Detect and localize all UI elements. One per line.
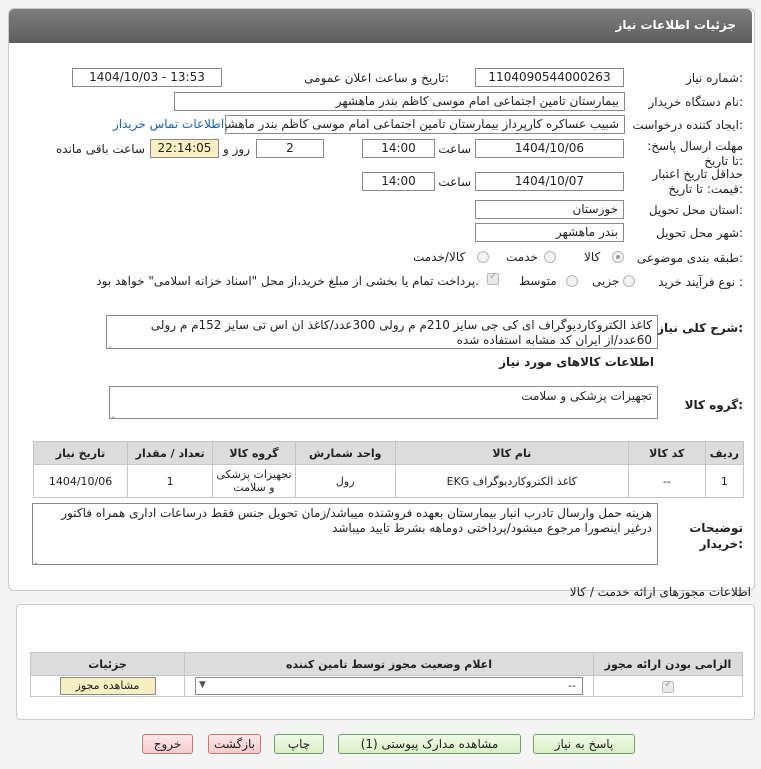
process-note: پرداخت تمام یا بخشی از مبلغ خرید،از محل … — [96, 274, 479, 288]
col-group: گروه کالا — [212, 441, 296, 465]
need-number-label: شماره نیاز: — [685, 71, 743, 85]
resize-grip-icon[interactable] — [112, 409, 120, 417]
creator-field: شبیب عساکره کارپرداز بیمارستان تامین اجت… — [225, 115, 625, 134]
table-row: 1 -- کاغذ الکتروکاردیوگراف EKG رول تجهیز… — [32, 464, 745, 498]
cell-row: 1 — [704, 464, 745, 498]
province-field: خوزستان — [475, 200, 624, 219]
col-code: کد کالا — [627, 441, 706, 465]
reply-button[interactable]: پاسخ به نیاز — [533, 734, 635, 754]
buyer-notes-text: هزینه حمل وارسال تادرب انبار بیمارستان ب… — [61, 506, 652, 535]
col-row: ردیف — [704, 441, 745, 465]
required-checkbox[interactable] — [662, 679, 674, 693]
announce-field: 1404/10/03 - 13:53 — [72, 68, 222, 87]
validity-date-field: 1404/10/07 — [475, 172, 624, 191]
city-label: شهر محل تحویل: — [656, 226, 743, 240]
col-name: نام کالا — [394, 441, 629, 465]
col-status: اعلام وضعیت مجوز توسط تامین کننده — [184, 652, 594, 676]
goods-info-title: اطلاعات کالاهای مورد نیاز — [499, 355, 654, 369]
announce-label: تاریخ و ساعت اعلان عمومی: — [304, 71, 449, 85]
cell-required — [593, 675, 743, 697]
col-date: تاریخ نیاز — [32, 441, 129, 465]
cell-date: 1404/10/06 — [32, 464, 129, 498]
col-unit: واحد شمارش — [294, 441, 396, 465]
summary-label: شرح کلی نیاز: — [657, 321, 743, 335]
col-details: جزئیات — [30, 652, 185, 676]
page-header: جزئیات اطلاعات نیاز — [9, 9, 752, 43]
page-title: جزئیات اطلاعات نیاز — [615, 18, 736, 32]
deadline-label: مهلت ارسال پاسخ: تا تاریخ: — [647, 139, 743, 168]
category-radio-service[interactable] — [544, 251, 556, 263]
cell-name: کاغذ الکتروکاردیوگراف EKG — [394, 464, 629, 498]
col-qty: تعداد / مقدار — [127, 441, 214, 465]
table-row: -- ▼ مشاهده مجوز — [30, 675, 743, 697]
goods-group-label: گروه کالا: — [684, 398, 743, 412]
col-required: الزامی بودن ارائه مجوز — [593, 652, 743, 676]
permits-title: اطلاعات مجوزهای ارائه خدمت / کالا — [569, 585, 751, 599]
days-label: روز و — [223, 142, 250, 156]
permits-table: الزامی بودن ارائه مجوز اعلام وضعیت مجوز … — [30, 652, 743, 697]
contact-buyer-link[interactable]: اطلاعات تماس خریدار — [113, 117, 224, 131]
validity-time-label: ساعت — [438, 175, 471, 189]
days-field: 2 — [256, 139, 324, 158]
remaining-time-field: 22:14:05 — [150, 139, 219, 158]
need-number-field: 1104090544000263 — [475, 68, 624, 87]
process-option-medium: متوسط — [519, 274, 557, 288]
goods-group-textarea: تجهیزات پزشکی و سلامت — [109, 386, 658, 419]
process-option-minor: جزیی — [592, 274, 620, 288]
cell-code: -- — [627, 464, 706, 498]
category-option-service: خدمت — [506, 250, 538, 264]
treasury-checkbox[interactable] — [487, 271, 499, 285]
validity-label: حداقل تاریخ اعتبار قیمت: تا تاریخ: — [652, 167, 743, 196]
category-radio-both[interactable] — [477, 251, 489, 263]
status-select-value: -- — [568, 679, 576, 692]
category-option-goods: کالا — [584, 250, 601, 264]
city-field: بندر ماهشهر — [475, 223, 624, 242]
process-radio-medium[interactable] — [566, 275, 578, 287]
chevron-down-icon: ▼ — [199, 680, 206, 690]
cell-details: مشاهده مجوز — [30, 675, 185, 697]
back-button[interactable]: بازگشت — [208, 734, 261, 754]
summary-text: کاغذ الکتروکاردیوگراف ای کی جی سایز 210م… — [150, 318, 652, 347]
buyer-notes-label: توضیحات خریدار: — [689, 521, 743, 551]
cell-status: -- ▼ — [184, 675, 594, 697]
exit-button[interactable]: خروج — [142, 734, 193, 754]
validity-time-field: 14:00 — [362, 172, 435, 191]
goods-group-value: تجهیزات پزشکی و سلامت — [521, 389, 652, 403]
category-label: طبقه بندی موضوعی: — [636, 251, 743, 265]
cell-group: تجهیزات پزشکی و سلامت — [212, 464, 296, 498]
deadline-time-label: ساعت — [438, 142, 471, 156]
goods-table: ردیف کد کالا نام کالا واحد شمارش گروه کا… — [32, 441, 745, 498]
buyer-notes-textarea: هزینه حمل وارسال تادرب انبار بیمارستان ب… — [32, 503, 658, 565]
cell-unit: رول — [294, 464, 396, 498]
summary-textarea: کاغذ الکتروکاردیوگراف ای کی جی سایز 210م… — [106, 315, 658, 349]
buyer-org-field: بیمارستان تامین اجتماعی امام موسی کاظم ب… — [174, 92, 625, 111]
creator-label: ایجاد کننده درخواست: — [632, 118, 743, 132]
category-radio-goods[interactable] — [612, 251, 624, 263]
remaining-time-label: ساعت باقی مانده — [55, 142, 145, 156]
province-label: استان محل تحویل: — [648, 203, 743, 217]
category-option-both: کالا/خدمت — [413, 250, 466, 264]
buyer-org-label: نام دستگاه خریدار: — [648, 95, 744, 109]
view-docs-button[interactable]: مشاهده مدارک پیوستی (1) — [338, 734, 521, 754]
process-radio-minor[interactable] — [623, 275, 635, 287]
deadline-date-field: 1404/10/06 — [475, 139, 624, 158]
resize-grip-icon[interactable] — [35, 555, 43, 563]
cell-qty: 1 — [127, 464, 214, 498]
process-label: نوع فرآیند خرید : — [658, 275, 743, 289]
resize-grip-icon[interactable] — [109, 339, 117, 347]
deadline-time-field: 14:00 — [362, 139, 435, 158]
view-permit-button[interactable]: مشاهده مجوز — [59, 677, 156, 695]
status-select[interactable]: -- ▼ — [195, 677, 583, 695]
print-button[interactable]: چاپ — [274, 734, 324, 754]
